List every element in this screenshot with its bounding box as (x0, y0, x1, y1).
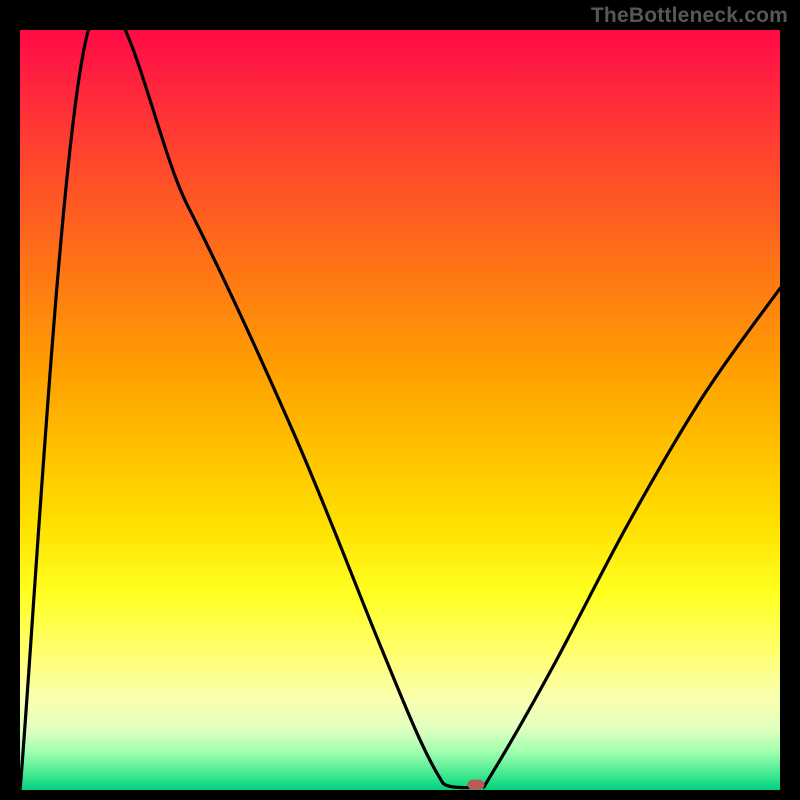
bottleneck-curve (20, 30, 780, 790)
chart-frame (20, 30, 780, 790)
curve-path (20, 30, 780, 790)
watermark-text: TheBottleneck.com (591, 4, 788, 28)
min-marker (468, 780, 485, 790)
